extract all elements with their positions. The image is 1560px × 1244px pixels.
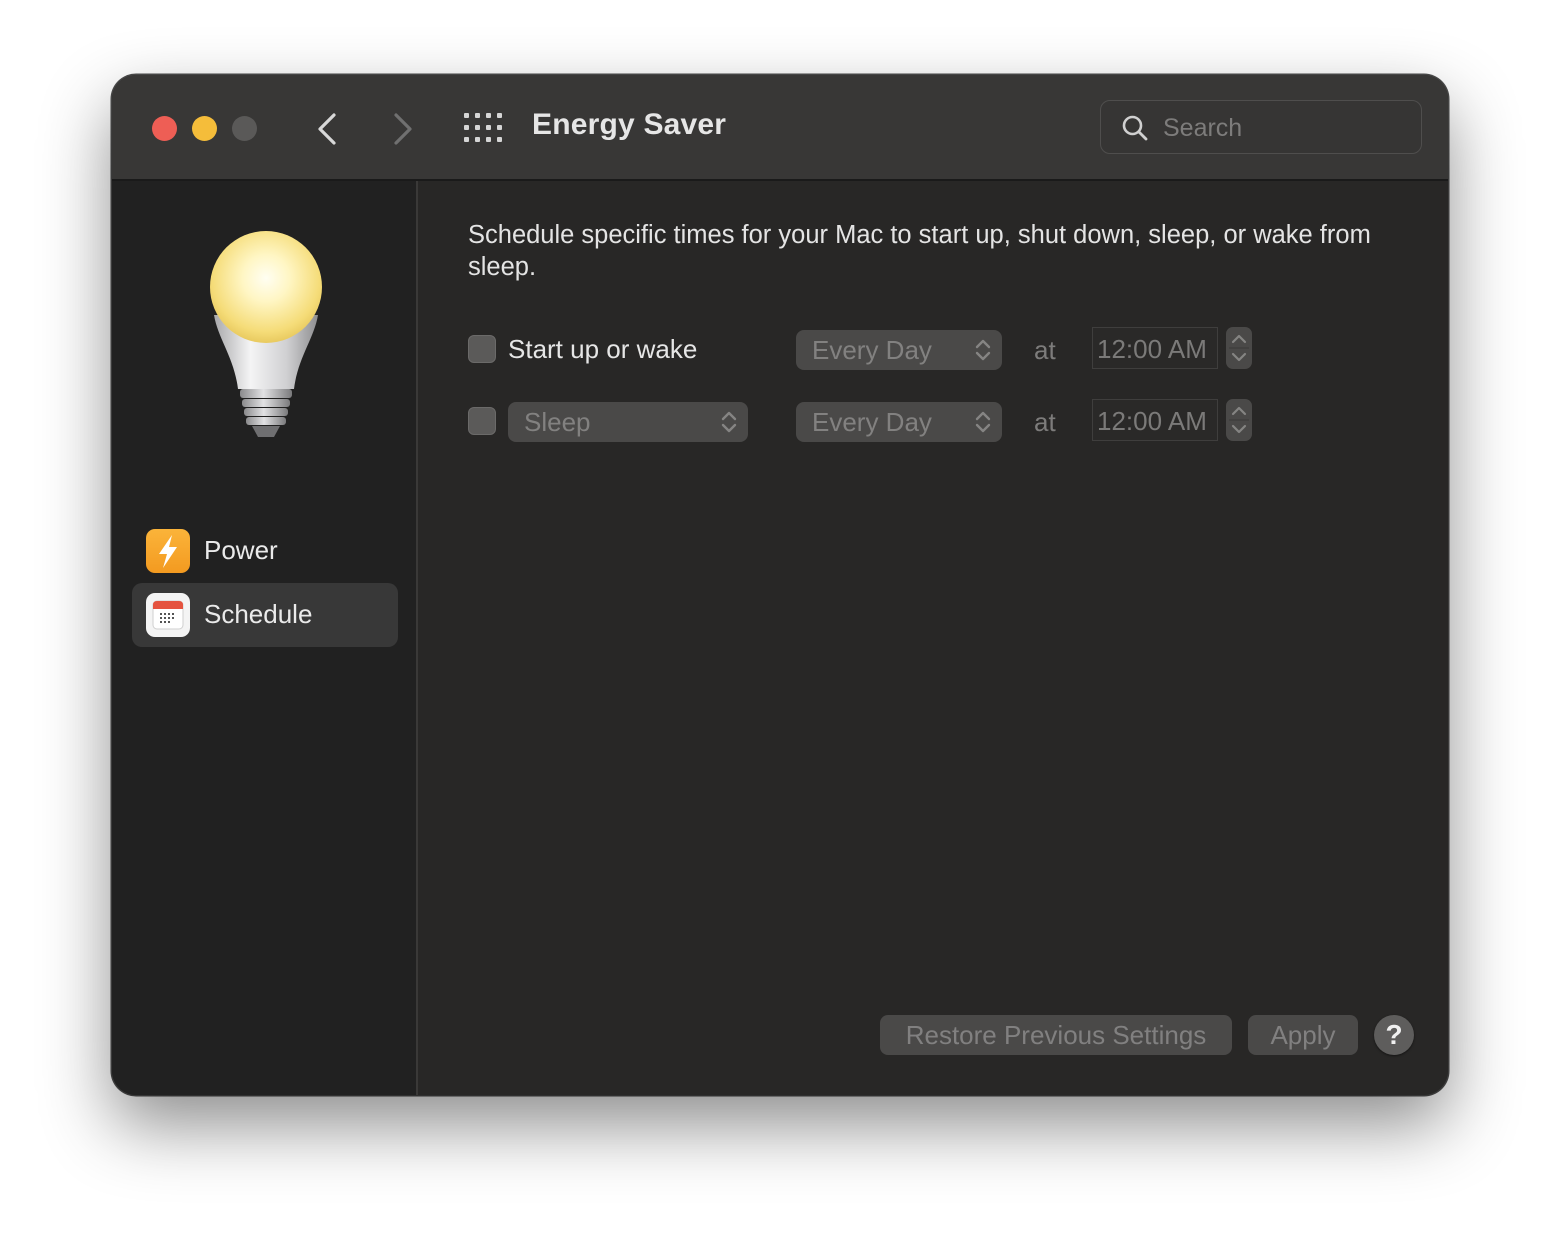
up-down-chevron-icon xyxy=(975,411,991,433)
restore-previous-settings-button[interactable]: Restore Previous Settings xyxy=(880,1015,1232,1055)
help-button[interactable]: ? xyxy=(1374,1015,1414,1055)
grid-icon xyxy=(464,113,502,142)
startup-wake-label: Start up or wake xyxy=(508,334,698,364)
popup-value: Every Day xyxy=(812,407,932,437)
title-bar: Energy Saver xyxy=(112,75,1448,181)
sidebar-item-power[interactable]: Power xyxy=(132,519,398,583)
startup-wake-checkbox[interactable] xyxy=(468,335,496,363)
forward-button[interactable] xyxy=(384,109,420,149)
search-icon xyxy=(1122,115,1148,141)
search-input[interactable] xyxy=(1161,109,1405,147)
startup-time-stepper[interactable] xyxy=(1226,327,1252,369)
close-button[interactable] xyxy=(152,116,177,141)
sidebar: Power Schedule xyxy=(112,181,418,1095)
apply-button[interactable]: Apply xyxy=(1248,1015,1358,1055)
popup-value: Every Day xyxy=(812,335,932,365)
minimize-button[interactable] xyxy=(192,116,217,141)
time-value: 12:00 AM xyxy=(1097,334,1207,364)
at-label: at xyxy=(1034,335,1056,365)
back-button[interactable] xyxy=(310,109,346,149)
show-all-button[interactable] xyxy=(464,113,502,143)
schedule-description: Schedule specific times for your Mac to … xyxy=(468,221,1371,281)
sleep-time-stepper[interactable] xyxy=(1226,399,1252,441)
zoom-button xyxy=(232,116,257,141)
calendar-icon xyxy=(146,593,190,637)
chevron-right-icon xyxy=(394,113,412,145)
up-down-chevron-icon xyxy=(721,411,737,433)
up-down-chevron-icon xyxy=(975,339,991,361)
sleep-checkbox[interactable] xyxy=(468,407,496,435)
sidebar-item-label: Power xyxy=(204,535,278,565)
at-label: at xyxy=(1034,407,1056,437)
sidebar-item-schedule[interactable]: Schedule xyxy=(132,583,398,647)
startup-frequency-popup[interactable]: Every Day xyxy=(796,330,1002,370)
sleep-time-field[interactable]: 12:00 AM xyxy=(1092,399,1218,441)
popup-value: Sleep xyxy=(524,407,591,437)
schedule-pane: Schedule specific times for your Mac to … xyxy=(418,181,1448,1095)
window-title: Energy Saver xyxy=(532,108,727,141)
sidebar-item-label: Schedule xyxy=(204,599,313,629)
chevron-left-icon xyxy=(318,113,336,145)
sleep-frequency-popup[interactable]: Every Day xyxy=(796,402,1002,442)
search-field[interactable] xyxy=(1100,100,1422,154)
startup-time-field[interactable]: 12:00 AM xyxy=(1092,327,1218,369)
lightning-bolt-icon xyxy=(146,529,190,573)
time-value: 12:00 AM xyxy=(1097,406,1207,436)
stepper-arrows-icon xyxy=(1229,334,1249,362)
stepper-arrows-icon xyxy=(1229,406,1249,434)
sleep-action-popup[interactable]: Sleep xyxy=(508,402,748,442)
energy-saver-window: Energy Saver Search Power Schedule Sched… xyxy=(112,75,1448,1095)
light-bulb-icon xyxy=(210,231,322,437)
